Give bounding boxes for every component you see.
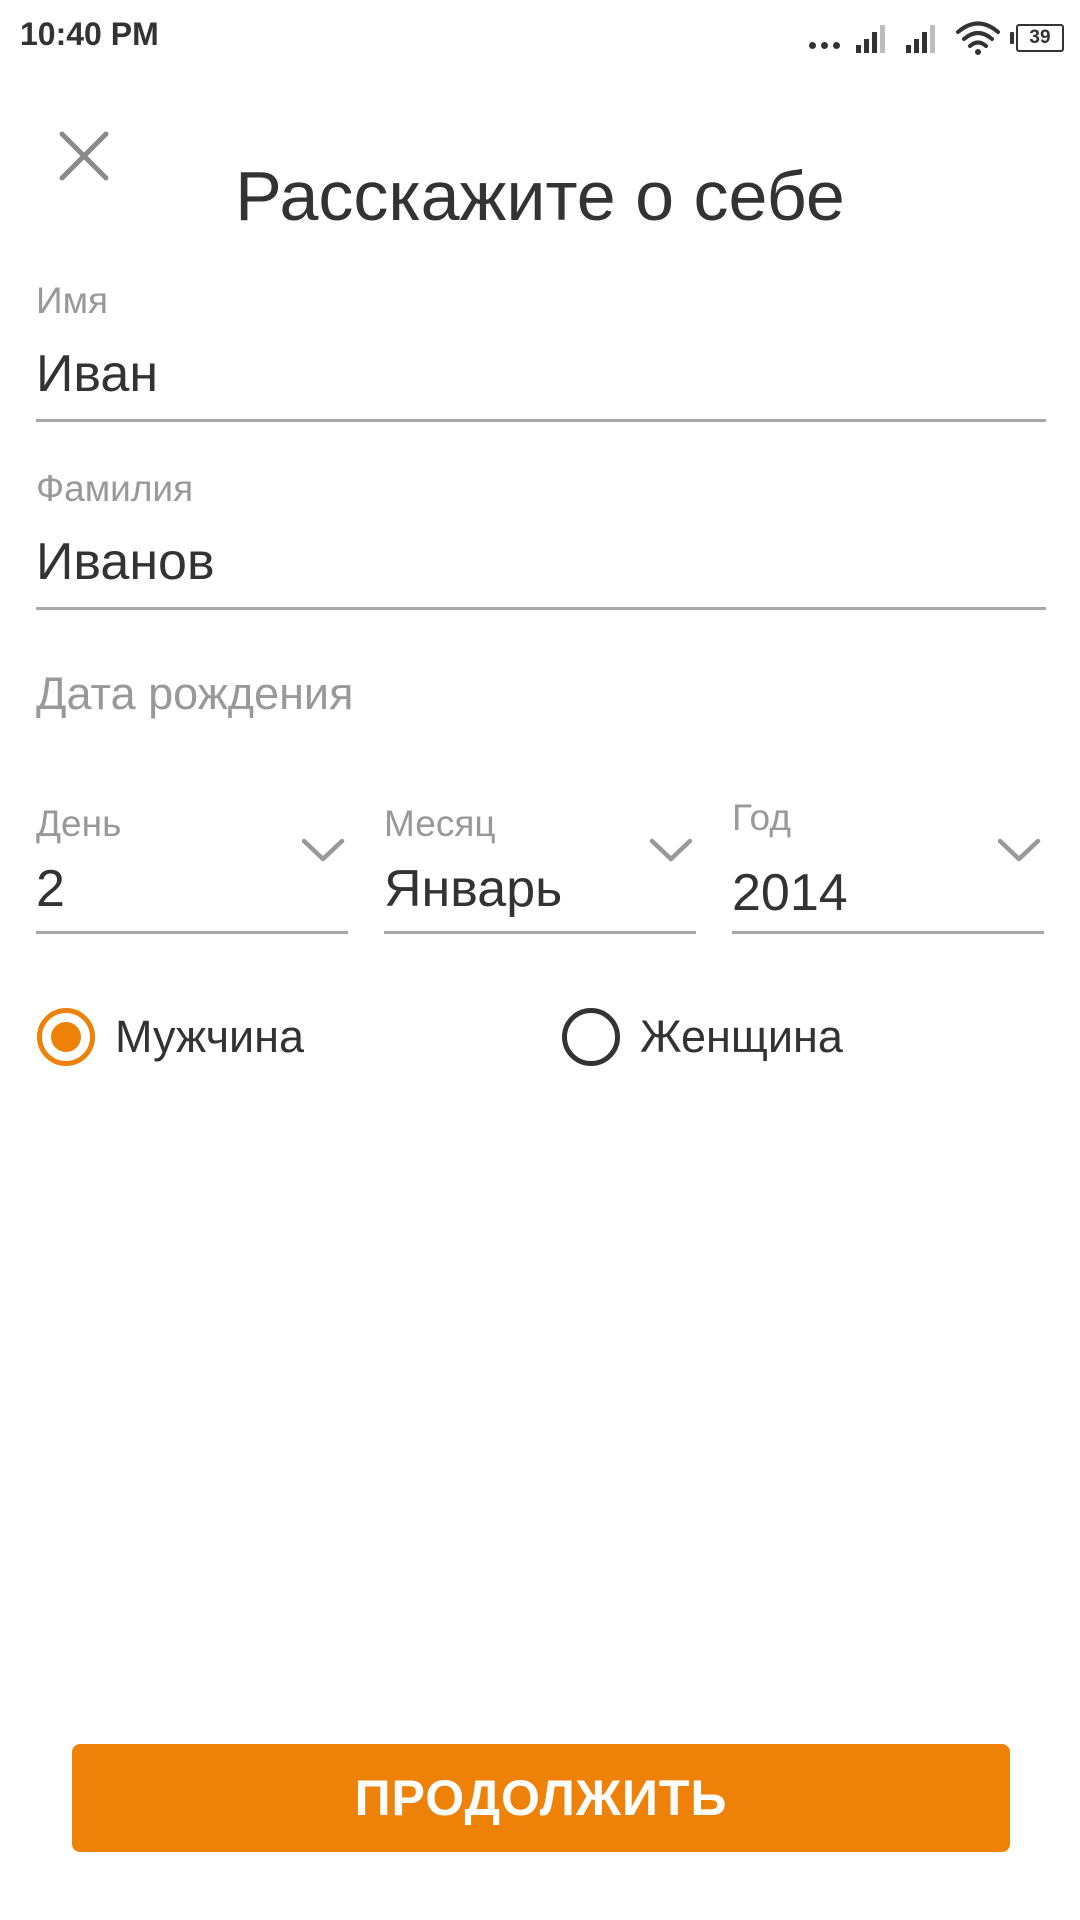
last-name-underline — [36, 607, 1046, 610]
year-dropdown[interactable]: Год 2014 — [732, 795, 1044, 935]
status-time: 10:40 PM — [20, 16, 159, 52]
month-value: Январь — [384, 860, 563, 918]
radio-checked-icon — [37, 1008, 95, 1066]
page-title: Расскажите о себе — [235, 157, 845, 235]
day-underline — [36, 931, 348, 934]
signal-icon — [856, 25, 885, 53]
status-bar: 10:40 PM 39 — [0, 0, 1080, 75]
birth-date-label: Дата рождения — [36, 668, 354, 719]
year-underline — [732, 931, 1044, 934]
chevron-down-icon — [649, 838, 693, 862]
battery-icon: 39 — [1010, 24, 1064, 52]
continue-button[interactable]: ПРОДОЛЖИТЬ — [72, 1744, 1010, 1852]
wifi-icon — [956, 21, 1000, 55]
month-label: Месяц — [384, 803, 496, 844]
radio-unchecked-icon — [562, 1008, 620, 1066]
day-value: 2 — [36, 860, 65, 918]
last-name-input[interactable]: Иванов — [36, 532, 215, 592]
last-name-label: Фамилия — [36, 468, 194, 509]
gender-female-label: Женщина — [640, 1011, 843, 1062]
first-name-input[interactable]: Иван — [36, 344, 158, 404]
day-dropdown[interactable]: День 2 — [36, 795, 348, 935]
signal-icon-2 — [906, 25, 935, 53]
more-notifications-icon — [809, 41, 840, 49]
month-dropdown[interactable]: Месяц Январь — [384, 795, 696, 935]
day-label: День — [36, 803, 122, 844]
gender-male-label: Мужчина — [115, 1011, 305, 1062]
gender-radio-male[interactable]: Мужчина — [36, 1005, 304, 1069]
chevron-down-icon — [997, 838, 1041, 862]
year-value: 2014 — [732, 864, 848, 922]
gender-radio-female[interactable]: Женщина — [561, 1005, 843, 1069]
chevron-down-icon — [301, 838, 345, 862]
first-name-underline — [36, 419, 1046, 422]
first-name-label: Имя — [36, 280, 109, 321]
first-name-field[interactable]: Имя Иван — [36, 274, 1046, 424]
month-underline — [384, 931, 696, 934]
last-name-field[interactable]: Фамилия Иванов — [36, 462, 1046, 612]
status-icons: 39 — [793, 18, 1064, 58]
year-label: Год — [732, 797, 791, 838]
